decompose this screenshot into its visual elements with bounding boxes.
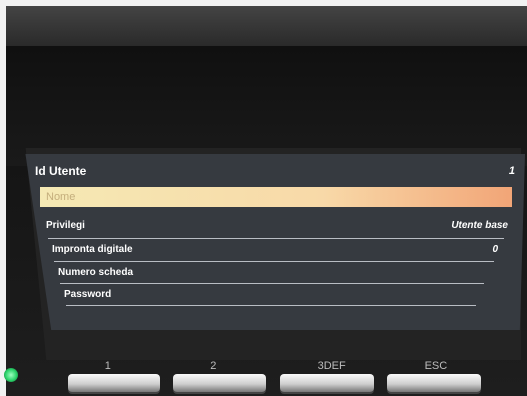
field-impronta-value: 0 bbox=[492, 244, 498, 255]
field-password-label: Password bbox=[64, 289, 112, 300]
field-privilegi-label: Privilegi bbox=[46, 220, 85, 231]
keypad: 1 2 3DEF ESC bbox=[0, 360, 527, 396]
field-numero-scheda[interactable]: Numero scheda bbox=[58, 263, 488, 283]
user-id-value: 1 bbox=[508, 165, 515, 177]
key-3-label: 3DEF bbox=[317, 360, 346, 372]
user-id-label: Id Utente bbox=[35, 164, 87, 178]
user-id-row: Id Utente 1 bbox=[35, 161, 515, 181]
row-divider bbox=[60, 283, 484, 284]
key-1-button[interactable]: 1 bbox=[68, 360, 160, 392]
field-privilegi[interactable]: Privilegi Utente base bbox=[46, 216, 508, 236]
field-nome-label: Nome bbox=[46, 191, 76, 203]
device-top-bezel bbox=[6, 6, 527, 46]
field-nome[interactable]: Nome bbox=[40, 187, 512, 207]
field-privilegi-value: Utente base bbox=[451, 220, 508, 231]
row-divider bbox=[66, 305, 476, 306]
lcd-screen: Id Utente 1 Nome Privilegi Utente base I… bbox=[25, 154, 525, 330]
key-1-label: 1 bbox=[104, 360, 111, 372]
field-numero-scheda-label: Numero scheda bbox=[58, 267, 134, 278]
row-divider bbox=[48, 238, 504, 239]
field-impronta-digitale[interactable]: Impronta digitale 0 bbox=[52, 240, 498, 260]
row-divider bbox=[54, 261, 494, 262]
field-impronta-label: Impronta digitale bbox=[52, 244, 133, 255]
esc-label: ESC bbox=[424, 360, 448, 372]
key-2-button[interactable]: 2 bbox=[173, 360, 266, 392]
key-2-label: 2 bbox=[210, 360, 217, 372]
key-3-button[interactable]: 3DEF bbox=[280, 360, 374, 392]
field-password[interactable]: Password bbox=[64, 285, 478, 305]
esc-button[interactable]: ESC bbox=[387, 360, 481, 392]
